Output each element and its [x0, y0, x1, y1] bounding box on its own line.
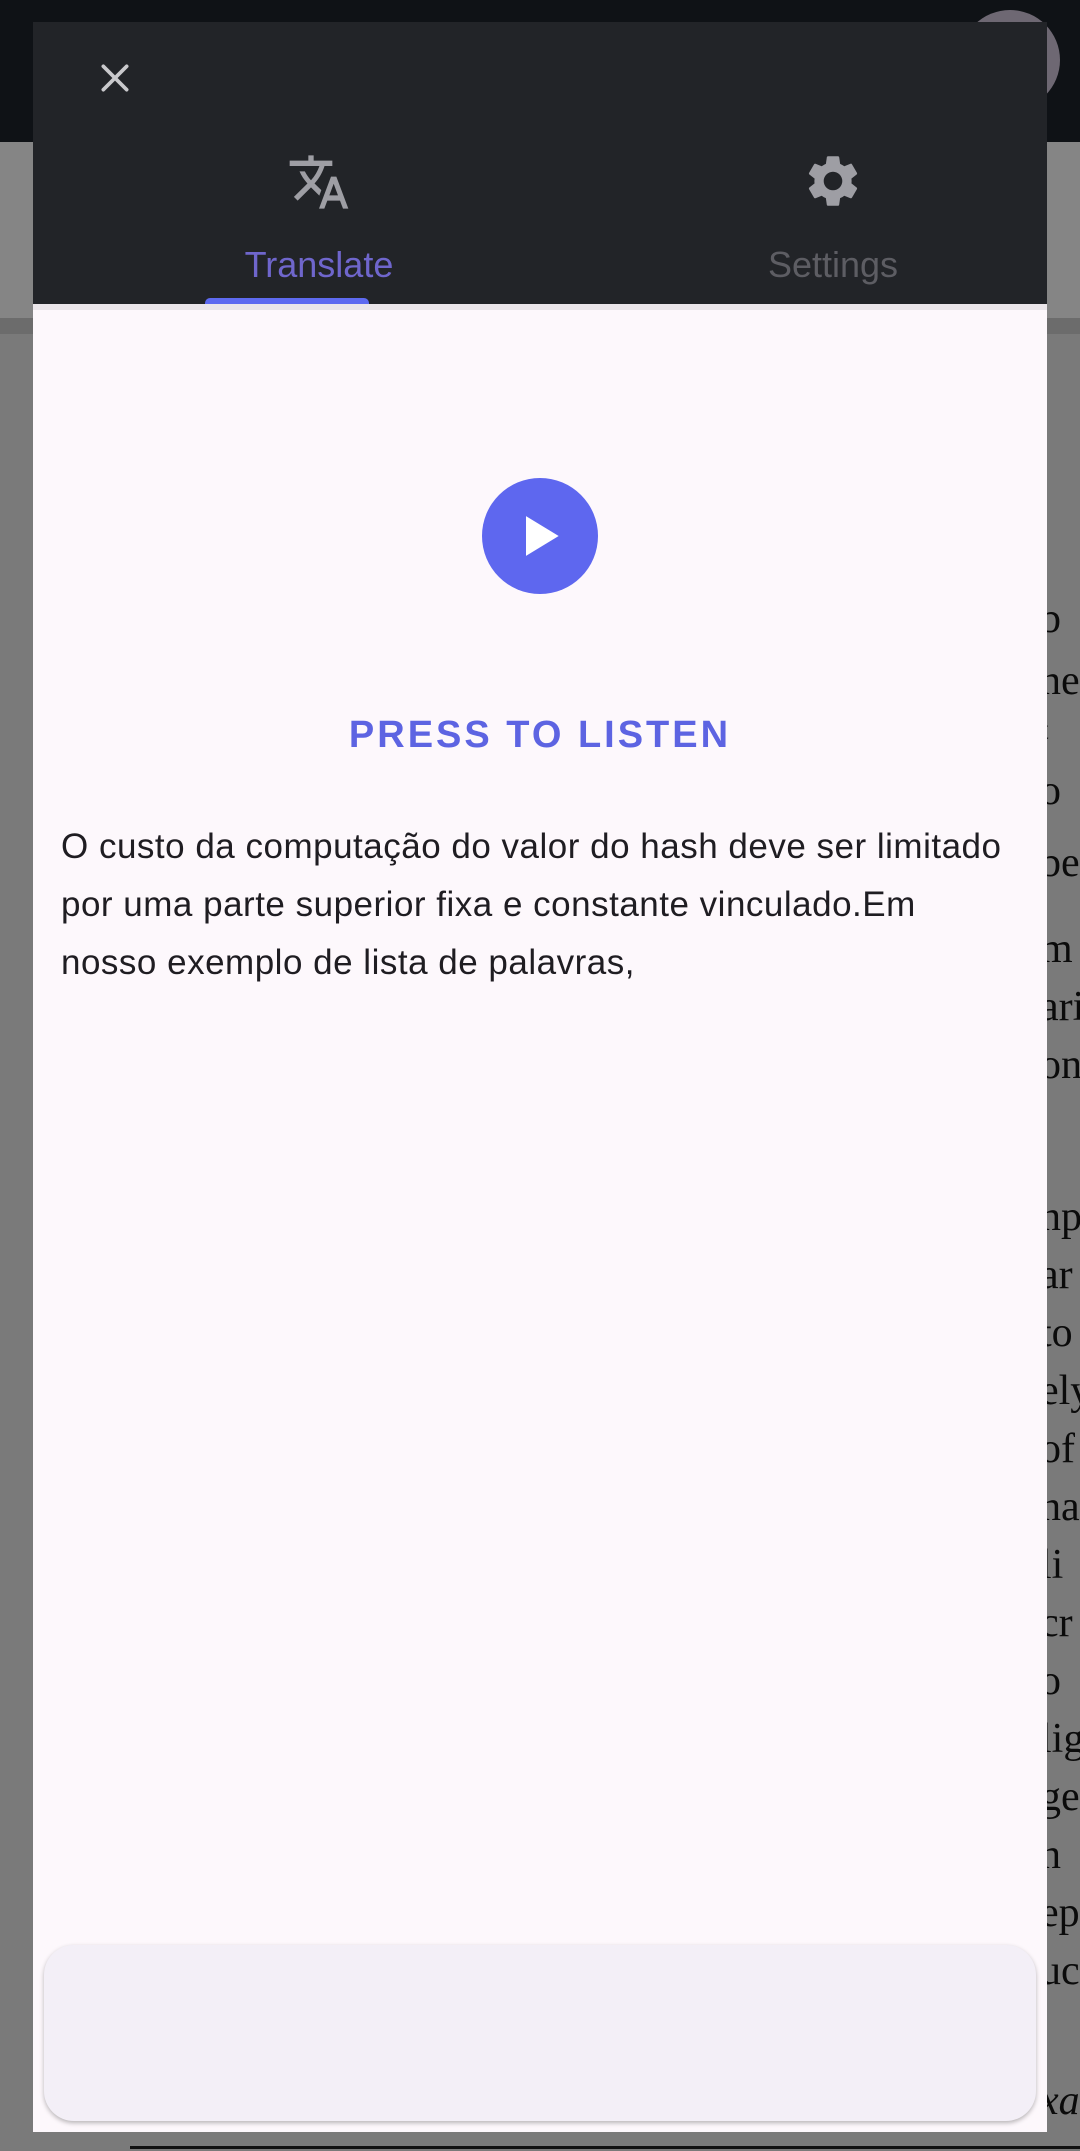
tab-settings[interactable]: Settings: [693, 122, 973, 304]
bottom-panel: [44, 1945, 1036, 2121]
press-to-listen-label[interactable]: PRESS TO LISTEN: [33, 714, 1047, 757]
tab-settings-label: Settings: [767, 244, 899, 285]
tab-translate-label: Translate: [244, 244, 394, 285]
tab-translate[interactable]: Translate: [179, 122, 459, 304]
gear-icon: [808, 156, 858, 206]
play-button[interactable]: [482, 478, 598, 594]
close-icon: [101, 64, 129, 92]
dialog-header: Translate Settings: [33, 22, 1047, 308]
translate-dialog: Translate Settings PRESS TO LISTEN O cus…: [33, 22, 1047, 2132]
translated-text: O custo da computação do valor do hash d…: [61, 827, 1002, 982]
translate-icon: [289, 155, 349, 209]
play-icon: [526, 516, 559, 556]
header-divider: [33, 304, 1047, 310]
close-button[interactable]: [85, 48, 145, 108]
background-bottom-line: [130, 2146, 1080, 2149]
